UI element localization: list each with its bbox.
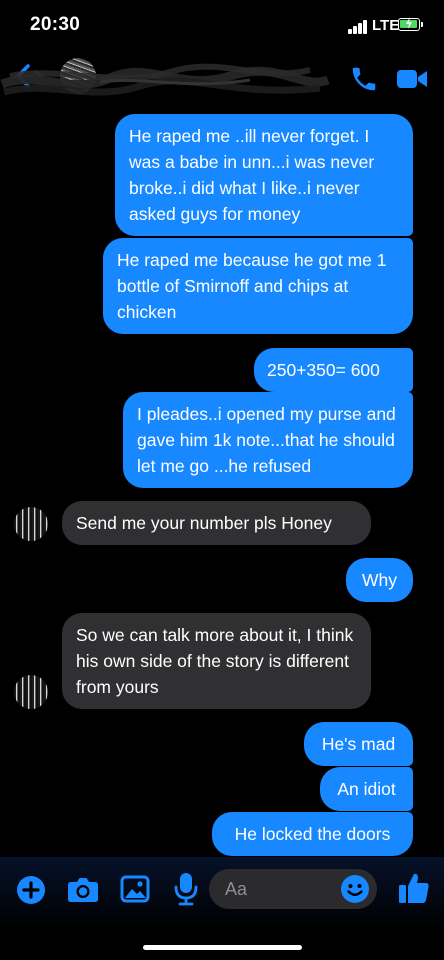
battery-tip: [421, 22, 423, 27]
message-bubble-sent[interactable]: 250+350= 600: [254, 348, 413, 392]
message-bubble-sent[interactable]: He raped me ..ill never forget. I was a …: [115, 114, 413, 236]
image-icon[interactable]: [120, 874, 150, 904]
video-camera-icon[interactable]: [396, 67, 428, 91]
message-bubble-sent[interactable]: I pleades..i opened my purse and gave hi…: [123, 392, 413, 488]
message-bubble-sent[interactable]: An idiot: [320, 767, 413, 811]
signal-icon: [348, 20, 368, 34]
battery-icon: [398, 17, 420, 31]
camera-icon[interactable]: [66, 874, 100, 904]
message-bubble-sent[interactable]: He raped me because he got me 1 bottle o…: [103, 238, 413, 334]
message-bubble-received[interactable]: Send me your number pls Honey: [62, 501, 371, 545]
phone-icon[interactable]: [349, 64, 379, 94]
home-indicator[interactable]: [143, 945, 302, 950]
message-input-box[interactable]: [209, 869, 377, 909]
plus-icon[interactable]: [16, 875, 46, 905]
message-bubble-sent[interactable]: He's mad: [304, 722, 413, 766]
message-input[interactable]: [225, 869, 335, 909]
network-label: LTE: [372, 17, 400, 34]
redaction-scribble: [0, 63, 330, 96]
thumbs-up-icon[interactable]: [398, 871, 430, 905]
status-bar: 20:30 LTE: [0, 0, 444, 52]
chat-header: [0, 52, 444, 108]
message-bubble-sent[interactable]: Why: [346, 558, 413, 602]
message-bubble-received[interactable]: So we can talk more about it, I think hi…: [62, 613, 371, 709]
clock: 20:30: [30, 14, 81, 35]
message-bubble-sent[interactable]: He locked the doors: [212, 812, 413, 856]
contact-avatar-small[interactable]: [14, 675, 48, 709]
emoji-icon[interactable]: [340, 874, 370, 904]
contact-avatar-small[interactable]: [14, 507, 48, 541]
microphone-icon[interactable]: [174, 871, 198, 907]
